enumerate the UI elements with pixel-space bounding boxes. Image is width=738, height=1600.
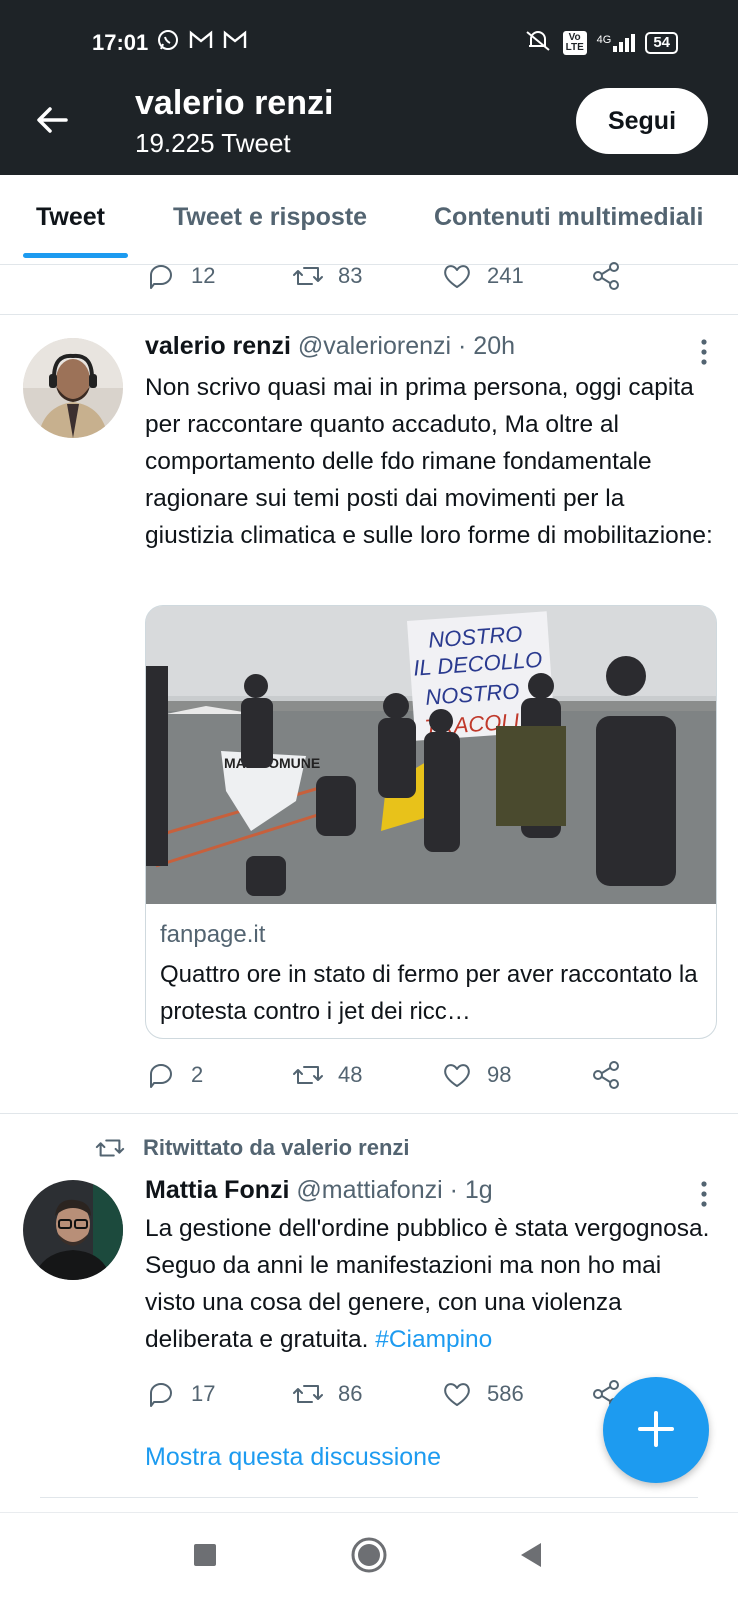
share-icon bbox=[593, 1061, 619, 1089]
show-thread-link[interactable]: Mostra questa discussione bbox=[145, 1443, 441, 1472]
more-options-button[interactable] bbox=[700, 1180, 708, 1208]
reply-count: 2 bbox=[191, 1062, 204, 1087]
reply-count: 17 bbox=[191, 1381, 216, 1406]
retweet-icon bbox=[293, 267, 323, 285]
reply-icon bbox=[150, 1383, 172, 1407]
retweet-icon bbox=[95, 1139, 125, 1157]
plus-icon bbox=[638, 1410, 674, 1447]
retweet-button[interactable]: 48 bbox=[292, 1059, 362, 1091]
hashtag-link[interactable]: #Ciampino bbox=[375, 1326, 492, 1353]
like-button[interactable]: 241 bbox=[441, 260, 524, 292]
heart-icon bbox=[444, 1064, 470, 1087]
author-handle[interactable]: @valeriorenzi bbox=[298, 332, 451, 360]
like-count: 586 bbox=[487, 1381, 524, 1406]
follow-button[interactable]: Segui bbox=[576, 88, 708, 154]
more-vertical-icon bbox=[701, 339, 707, 365]
more-vertical-icon bbox=[701, 1181, 707, 1207]
signal-4g-icon: 4G bbox=[597, 34, 636, 52]
retweet-count: 83 bbox=[338, 263, 363, 288]
card-domain: fanpage.it bbox=[160, 921, 266, 948]
back-button[interactable] bbox=[32, 100, 72, 140]
tweet-text: La gestione dell'ordine pubblico è stata… bbox=[145, 1215, 710, 1353]
recents-button[interactable] bbox=[183, 1533, 227, 1577]
link-preview-card[interactable]: NOSTRO IL DECOLLO NOSTRO TRACOLLO MAL CO… bbox=[145, 605, 717, 1039]
more-options-button[interactable] bbox=[700, 338, 708, 366]
like-button[interactable]: 586 bbox=[441, 1378, 524, 1410]
retweet-count: 48 bbox=[338, 1062, 363, 1087]
tweet-divider bbox=[0, 1113, 738, 1114]
retweeted-by-label: Ritwittato da valerio renzi bbox=[95, 1133, 410, 1163]
reply-count: 12 bbox=[191, 263, 216, 288]
whatsapp-icon bbox=[156, 28, 180, 58]
square-icon bbox=[194, 1544, 216, 1566]
circle-icon bbox=[351, 1537, 387, 1573]
tweet-divider bbox=[40, 1497, 698, 1498]
retweet-icon bbox=[293, 1385, 323, 1403]
tab-tweet-e-risposte[interactable]: Tweet e risposte bbox=[173, 203, 367, 232]
share-button[interactable] bbox=[590, 1059, 622, 1091]
status-bar: 17:01 Vo LTE 4G 54 bbox=[92, 28, 678, 58]
profile-tabs: Tweet Tweet e risposte Contenuti multime… bbox=[0, 175, 738, 265]
reply-button[interactable]: 17 bbox=[145, 1378, 215, 1410]
tab-tweet[interactable]: Tweet bbox=[36, 203, 105, 232]
heart-icon bbox=[444, 265, 470, 288]
retweet-button[interactable]: 86 bbox=[292, 1378, 362, 1410]
retweet-icon bbox=[293, 1066, 323, 1084]
status-time: 17:01 bbox=[92, 30, 149, 55]
tab-contenuti-multimediali[interactable]: Contenuti multimediali bbox=[434, 203, 703, 232]
tweet-text: Non scrivo quasi mai in prima persona, o… bbox=[145, 374, 713, 549]
heart-icon bbox=[444, 1383, 470, 1406]
tweet-time: · 1g bbox=[449, 1176, 493, 1204]
share-icon bbox=[593, 262, 619, 290]
gmail-icon bbox=[188, 28, 214, 58]
app-header: 17:01 Vo LTE 4G 54 valerio renzi 19.225 … bbox=[0, 0, 738, 175]
battery-indicator: 54 bbox=[645, 32, 678, 54]
back-nav-button[interactable] bbox=[509, 1533, 553, 1577]
mute-icon bbox=[523, 28, 553, 59]
avatar[interactable] bbox=[23, 338, 123, 438]
tweet-count: 19.225 Tweet bbox=[135, 128, 291, 158]
triangle-back-icon bbox=[521, 1543, 541, 1567]
retweet-count: 86 bbox=[338, 1381, 363, 1406]
home-button[interactable] bbox=[347, 1533, 391, 1577]
share-button[interactable] bbox=[590, 260, 622, 292]
arrow-left-icon bbox=[37, 107, 68, 133]
like-button[interactable]: 98 bbox=[441, 1059, 511, 1091]
reply-icon bbox=[150, 265, 172, 289]
author-name[interactable]: valerio renzi bbox=[145, 332, 291, 360]
system-navigation-bar bbox=[0, 1512, 738, 1600]
like-count: 241 bbox=[487, 263, 524, 288]
profile-name-title: valerio renzi bbox=[135, 84, 334, 122]
reply-button[interactable]: 2 bbox=[145, 1059, 203, 1091]
card-image: NOSTRO IL DECOLLO NOSTRO TRACOLLO MAL CO… bbox=[146, 606, 716, 904]
avatar-photo bbox=[23, 338, 123, 438]
avatar[interactable] bbox=[23, 1180, 123, 1280]
compose-tweet-button[interactable] bbox=[603, 1377, 709, 1483]
active-tab-indicator bbox=[23, 253, 128, 258]
reply-icon bbox=[150, 1064, 172, 1088]
card-title: Quattro ore in stato di fermo per aver r… bbox=[160, 961, 698, 1025]
volte-icon: Vo LTE bbox=[562, 31, 587, 55]
author-name[interactable]: Mattia Fonzi bbox=[145, 1176, 289, 1204]
gmail-icon bbox=[222, 28, 248, 58]
tweet-time: · 20h bbox=[458, 332, 516, 360]
retweet-button[interactable]: 83 bbox=[292, 260, 362, 292]
avatar-photo bbox=[23, 1180, 123, 1280]
reply-button[interactable]: 12 bbox=[145, 260, 215, 292]
tweet-divider bbox=[0, 314, 738, 315]
author-handle[interactable]: @mattiafonzi bbox=[296, 1176, 442, 1204]
like-count: 98 bbox=[487, 1062, 512, 1087]
